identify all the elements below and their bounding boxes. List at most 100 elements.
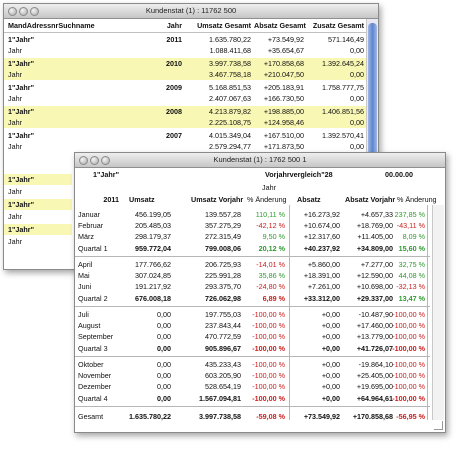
suchname-cell: Jahr (8, 46, 22, 55)
table-row[interactable]: 1"Jahr" (4, 224, 72, 235)
umsatz-vorjahr-cell: 603.205,90 (205, 371, 241, 380)
table-row[interactable]: März 298.179,37 272.315,49 9,50 % +12.317,60… (75, 231, 430, 242)
suchname-cell: Jahr (8, 70, 22, 79)
total-row[interactable]: Quartal 2 676.008,18 726.062,98 6,89 % +33.3… (75, 293, 430, 304)
umsatz-cell: 177.766,62 (135, 260, 171, 269)
total-row[interactable]: Gesamt 1.635.780,22 3.997.738,58 -59,08 % +7… (75, 411, 430, 422)
suchname-cell: 1"Jahr" (8, 200, 34, 209)
table-row[interactable]: Dezember 0,00 528.654,19 -100,00 % +0,00 +19.… (75, 381, 430, 392)
absatz-vorjahr-cell: +11.405,00 (357, 232, 393, 241)
table-row[interactable]: Februar 205.485,03 357.275,29 -42,12 % +10.6… (75, 220, 430, 231)
umsatz-change-cell: -100,00 % (252, 344, 285, 353)
suchname-cell: Jahr (8, 212, 22, 221)
umsatz-cell: 205.485,03 (135, 221, 171, 230)
suchname-cell: Jahr (8, 142, 22, 151)
zusatz-gesamt-cell: 0,00 (350, 46, 364, 55)
col-header-umsatz-gesamt[interactable]: Umsatz Gesamt (186, 21, 251, 31)
table-row[interactable]: Jahr 2.407.067,63 +166.730,50 0,00 (4, 93, 366, 104)
table-row[interactable]: Jahr (4, 236, 72, 247)
absatz-gesamt-cell: +198.885,00 (263, 107, 304, 116)
table-row[interactable]: Jahr 3.467.758,18 +210.047,50 0,00 (4, 69, 366, 80)
total-row[interactable]: Quartal 4 0,00 1.567.094,81 -100,00 % +0,00 +… (75, 393, 430, 404)
table-row[interactable]: Juni 191.217,92 293.375,70 -24,80 % +7.261,0… (75, 281, 430, 292)
month-label-cell: Quartal 4 (78, 394, 108, 403)
col-header-zusatz-gesamt[interactable]: Zusatz Gesamt (304, 21, 364, 31)
table-row[interactable]: April 177.766,62 206.725,93 -14,01 % +5.860,… (75, 259, 430, 270)
absatz-change-cell: -100,00 % (392, 371, 425, 380)
umsatz-cell: 0,00 (157, 321, 171, 330)
col-header-absatz-gesamt[interactable]: Absatz Gesamt (254, 21, 306, 31)
close-button[interactable] (79, 156, 88, 165)
back-table-header: MandAdressnrSuchname Jahr Umsatz Gesamt … (4, 21, 378, 33)
umsatz-vorjahr-cell: 237.843,44 (205, 321, 241, 330)
umsatz-change-cell: -59,08 % (256, 412, 285, 421)
total-row[interactable]: Quartal 1 959.772,04 799.008,06 20,12 % +40.… (75, 243, 430, 254)
col-header-umsatz-aenderung[interactable]: % Änderung (247, 194, 287, 205)
col-header-absatz-vorjahr[interactable]: Absatz Vorjahr (345, 194, 395, 205)
umsatz-gesamt-cell: 5.168.851,53 (209, 83, 251, 92)
table-row[interactable]: Januar 456.199,05 139.557,28 110,11 % +16.27… (75, 209, 430, 220)
month-label-cell: Februar (78, 221, 104, 230)
umsatz-vorjahr-cell: 726.062,98 (205, 294, 241, 303)
total-row[interactable]: Quartal 3 0,00 905.896,67 -100,00 % +0,00 +41… (75, 343, 430, 354)
month-label-cell: Quartal 1 (78, 244, 108, 253)
table-row[interactable]: September 0,00 470.772,59 -100,00 % +0,00 +13… (75, 331, 430, 342)
table-row[interactable]: Oktober 0,00 435.233,43 -100,00 % +0,00 -19.8… (75, 359, 430, 370)
minimize-button[interactable] (90, 156, 99, 165)
umsatz-change-cell: 9,50 % (262, 232, 285, 241)
umsatz-vorjahr-cell: 197.755,03 (205, 310, 241, 319)
table-row[interactable]: 1"Jahr" 2008 4.213.879,82 +198.885,00 1.406.… (4, 106, 366, 117)
table-row[interactable]: 1"Jahr" 2010 3.997.738,58 +170.858,68 1.392.… (4, 58, 366, 69)
table-row[interactable]: Jahr 2.579.294,77 +171.873,50 0,00 (4, 141, 366, 152)
umsatz-cell: 191.217,92 (135, 282, 171, 291)
col-header-absatz[interactable]: Absatz (297, 194, 321, 205)
back-window-titlebar[interactable]: Kundenstat (1) : 11762 500 (4, 4, 378, 19)
umsatz-gesamt-cell: 2.225.108,75 (209, 118, 251, 127)
absatz-cell: +5.860,00 (307, 260, 340, 269)
front-window: Kundenstat (1) : 1762 500 1 1"Jahr" Vorj… (74, 152, 446, 433)
table-row[interactable]: Jahr 2.225.108,75 +124.958,46 0,00 (4, 117, 366, 128)
absatz-change-cell: -43,11 % (396, 221, 425, 230)
table-row[interactable]: Jahr 1.088.411,68 +35.654,67 0,00 (4, 45, 366, 56)
col-header-umsatz-vorjahr[interactable]: Umsatz Vorjahr (191, 194, 243, 205)
table-row[interactable]: 1"Jahr" 2007 4.015.349,04 +167.510,00 1.392.… (4, 130, 366, 141)
col-header-jahr[interactable]: Jahr (154, 21, 182, 31)
close-button[interactable] (8, 7, 17, 16)
umsatz-vorjahr-cell: 528.654,19 (205, 382, 241, 391)
col-header-umsatz[interactable]: Umsatz (129, 194, 155, 205)
back-window-title: Kundenstat (1) : 11762 500 (145, 6, 237, 15)
umsatz-vorjahr-cell: 470.772,59 (205, 332, 241, 341)
table-row[interactable]: August 0,00 237.843,44 -100,00 % +0,00 +17.46… (75, 320, 430, 331)
month-label-cell: September (78, 332, 114, 341)
table-row[interactable]: Mai 307.024,85 225.991,28 35,86 % +18.391,00… (75, 270, 430, 281)
col-header-suchname[interactable]: MandAdressnrSuchname (8, 21, 95, 31)
table-row[interactable]: Jahr (4, 211, 72, 222)
front-info-row: 1"Jahr" Vorjahrvergleich"28 00.00.00 (75, 169, 445, 180)
table-row[interactable]: 1"Jahr" 2011 1.635.780,22 +73.549,92 571.146… (4, 34, 366, 45)
col-header-absatz-aenderung[interactable]: % Änderung (397, 194, 437, 205)
absatz-change-cell: -56,95 % (396, 412, 425, 421)
umsatz-cell: 0,00 (157, 382, 171, 391)
table-row[interactable]: 1"Jahr" (4, 174, 72, 185)
resize-grip-icon[interactable] (434, 421, 443, 430)
absatz-gesamt-cell: +205.183,91 (263, 83, 304, 92)
month-label-cell: Oktober (78, 360, 104, 369)
table-row[interactable]: Juli 0,00 197.755,03 -100,00 % +0,00 -10.487,… (75, 309, 430, 320)
zoom-button[interactable] (101, 156, 110, 165)
table-row[interactable]: Jahr (4, 186, 72, 197)
table-row[interactable]: 1"Jahr" 2009 5.168.851,53 +205.183,91 1.758.… (4, 82, 366, 93)
table-row[interactable]: 1"Jahr" (4, 199, 72, 210)
absatz-cell: +12.317,60 (303, 232, 340, 241)
umsatz-vorjahr-cell: 293.375,70 (205, 282, 241, 291)
front-window-titlebar[interactable]: Kundenstat (1) : 1762 500 1 (75, 153, 445, 168)
minimize-button[interactable] (19, 7, 28, 16)
umsatz-change-cell: -24,80 % (256, 282, 285, 291)
jahr-cell: 2009 (166, 83, 182, 92)
front-scrollbar[interactable] (432, 205, 444, 420)
umsatz-change-cell: -42,12 % (256, 221, 285, 230)
zoom-button[interactable] (30, 7, 39, 16)
absatz-change-cell: -100,00 % (392, 344, 425, 353)
group-divider (75, 406, 430, 407)
table-row[interactable]: November 0,00 603.205,90 -100,00 % +0,00 +25.… (75, 370, 430, 381)
umsatz-change-cell: -100,00 % (252, 332, 285, 341)
